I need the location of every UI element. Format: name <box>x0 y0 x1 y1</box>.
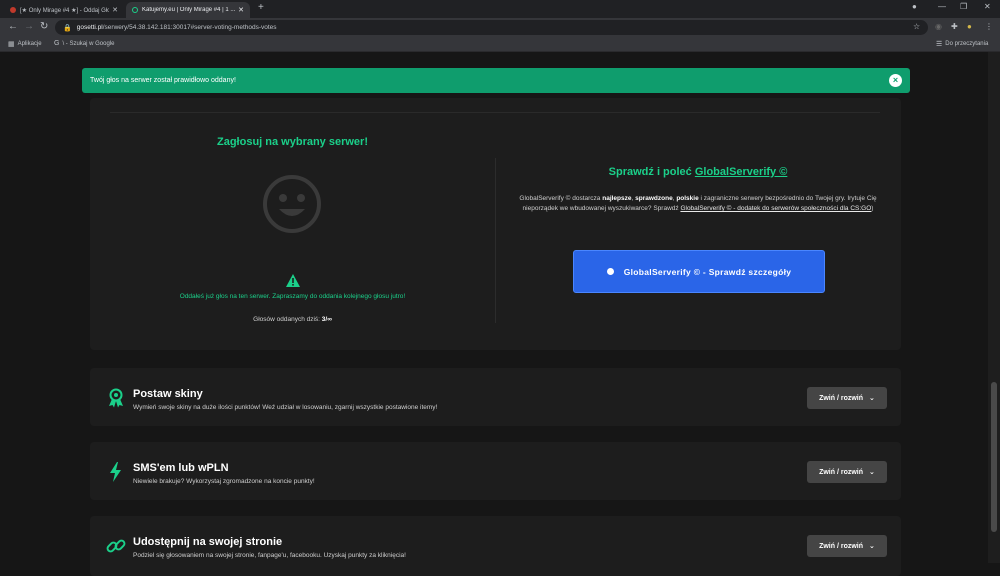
toggle-label: Zwiń / rozwiń <box>819 394 864 402</box>
chevron-down-icon: ⌄ <box>869 543 875 550</box>
gs-desc-bold: polskie <box>676 195 699 202</box>
toggle-button[interactable]: Zwiń / rozwiń ⌄ <box>807 387 887 409</box>
section-title: Postaw skiny <box>133 388 203 400</box>
vote-title: Zagłosuj na wybrany serwer! <box>217 136 368 148</box>
bookmarks-bar: ▦ Aplikacje G \ - Szukaj w Google ☰ Do p… <box>0 37 1000 52</box>
favicon-icon <box>132 7 138 13</box>
gs-title-link[interactable]: GlobalServerify © <box>695 166 787 178</box>
gs-description: GlobalServerify © dostarcza najlepsze, s… <box>515 194 881 214</box>
browser-tab-1[interactable]: [★ Only Mirage #4 ★] - Oddaj Głos ✕ <box>4 2 124 18</box>
scrollbar-thumb[interactable] <box>991 382 997 532</box>
reading-list-icon: ☰ <box>936 41 943 48</box>
vote-card: Zagłosuj na wybrany serwer! Oddałeś już … <box>90 98 901 350</box>
info-icon <box>606 268 614 275</box>
success-alert: Twój głos na serwer został prawidłowo od… <box>82 68 910 93</box>
section-title: Udostępnij na swojej stronie <box>133 536 283 548</box>
url-path: /serwery/54.38.142.181:30017#server-voti… <box>102 24 277 31</box>
section-title: SMS'em lub wPLN <box>133 462 229 474</box>
gs-desc-bold: sprawdzone <box>635 195 673 202</box>
profile-icon[interactable]: ● <box>912 2 917 11</box>
browser-tab-strip: [★ Only Mirage #4 ★] - Oddaj Głos ✕ Katu… <box>0 0 1000 18</box>
smiley-icon <box>263 175 321 233</box>
award-icon <box>109 388 123 408</box>
bookmark-label: Aplikacje <box>17 41 42 47</box>
section-sms-wpln: SMS'em lub wPLN Niewiele brakuje? Wykorz… <box>90 442 901 500</box>
tab-title: [★ Only Mirage #4 ★] - Oddaj Głos <box>20 7 110 14</box>
link-icon <box>106 539 126 553</box>
globalserverify-button[interactable]: GlobalServerify © - Sprawdź szczegóły <box>573 250 825 293</box>
gs-desc-text: ) <box>871 205 874 212</box>
back-icon[interactable]: ← <box>8 21 18 32</box>
tab-title: Katujemy.eu | Only Mirage #4 | 1 ... <box>142 7 236 13</box>
vote-message: Oddałeś już głos na ten serwer. Zaprasza… <box>179 293 406 300</box>
url-host: gosetti.pl <box>76 24 103 31</box>
vote-count-label: Głosów oddanych dziś: <box>253 316 320 323</box>
minimize-icon[interactable]: — <box>938 2 946 11</box>
section-postaw-skiny: Postaw skiny Wymień swoje skiny na duże … <box>90 368 901 426</box>
apps-grid-icon: ▦ <box>8 41 15 48</box>
bookmark-google[interactable]: G \ - Szukaj w Google <box>54 40 114 47</box>
google-icon: G <box>54 40 60 47</box>
forward-icon[interactable]: → <box>24 21 34 32</box>
gs-title-prefix: Sprawdź i poleć <box>608 166 695 178</box>
bookmark-label: \ - Szukaj w Google <box>62 40 115 47</box>
vote-count: Głosów oddanych dziś: 3/∞ <box>90 316 495 323</box>
close-window-icon[interactable]: ✕ <box>984 2 991 11</box>
reading-list-label: Do przeczytania <box>945 41 989 47</box>
column-divider <box>495 158 496 323</box>
toggle-button[interactable]: Zwiń / rozwiń ⌄ <box>807 535 887 557</box>
section-description: Wymień swoje skiny na duże ilości punktó… <box>133 404 438 411</box>
bookmark-star-icon[interactable]: ☆ <box>913 22 920 31</box>
divider <box>110 112 880 113</box>
favicon-icon <box>10 7 16 13</box>
avatar-icon[interactable]: ● <box>967 22 972 31</box>
lightning-icon <box>110 462 121 482</box>
page-scrollbar[interactable] <box>988 52 1000 563</box>
page-content: Twój głos na serwer został prawidłowo od… <box>0 52 988 576</box>
gs-desc-bold: najlepsze <box>602 195 632 202</box>
tab-close-icon[interactable]: ✕ <box>238 6 244 14</box>
gs-desc-text: GlobalServerify © dostarcza <box>519 195 603 202</box>
vote-count-value: 3/∞ <box>321 316 332 323</box>
tab-close-icon[interactable]: ✕ <box>112 6 118 14</box>
url-input[interactable]: 🔒 gosetti.pl/serwery/54.38.142.181:30017… <box>55 20 928 35</box>
extension-icon[interactable]: ◉ <box>935 22 942 31</box>
section-description: Niewiele brakuje? Wykorzystaj zgromadzon… <box>133 478 315 485</box>
gs-desc-link[interactable]: GlobalServerify © - dodatek do serwerów … <box>680 205 871 212</box>
gs-title: Sprawdź i poleć GlobalServerify © <box>495 166 901 178</box>
puzzle-icon[interactable]: ✚ <box>951 22 958 31</box>
browser-tab-2[interactable]: Katujemy.eu | Only Mirage #4 | 1 ... ✕ <box>126 2 250 18</box>
warning-icon <box>286 274 300 287</box>
toggle-button[interactable]: Zwiń / rozwiń ⌄ <box>807 461 887 483</box>
chevron-down-icon: ⌄ <box>869 395 875 402</box>
restore-icon[interactable]: ❐ <box>960 2 967 11</box>
gs-button-label: GlobalServerify © - Sprawdź szczegóły <box>623 266 792 277</box>
chevron-down-icon: ⌄ <box>869 469 875 476</box>
section-udostepnij: Udostępnij na swojej stronie Podziel się… <box>90 516 901 576</box>
alert-close-icon[interactable]: × <box>889 74 902 87</box>
address-bar-row: ← → ↻ 🔒 gosetti.pl/serwery/54.38.142.181… <box>0 18 1000 37</box>
toggle-label: Zwiń / rozwiń <box>819 468 864 476</box>
lock-icon: 🔒 <box>63 24 72 32</box>
section-description: Podziel się głosowaniem na swojej stroni… <box>133 552 406 559</box>
bookmark-apps[interactable]: ▦ Aplikacje <box>8 40 42 48</box>
reading-list[interactable]: ☰ Do przeczytania <box>936 40 988 48</box>
alert-message: Twój głos na serwer został prawidłowo od… <box>90 77 236 84</box>
menu-icon[interactable]: ⋮ <box>985 22 993 31</box>
new-tab-icon[interactable]: + <box>258 2 264 13</box>
reload-icon[interactable]: ↻ <box>40 21 48 32</box>
toggle-label: Zwiń / rozwiń <box>819 542 864 550</box>
